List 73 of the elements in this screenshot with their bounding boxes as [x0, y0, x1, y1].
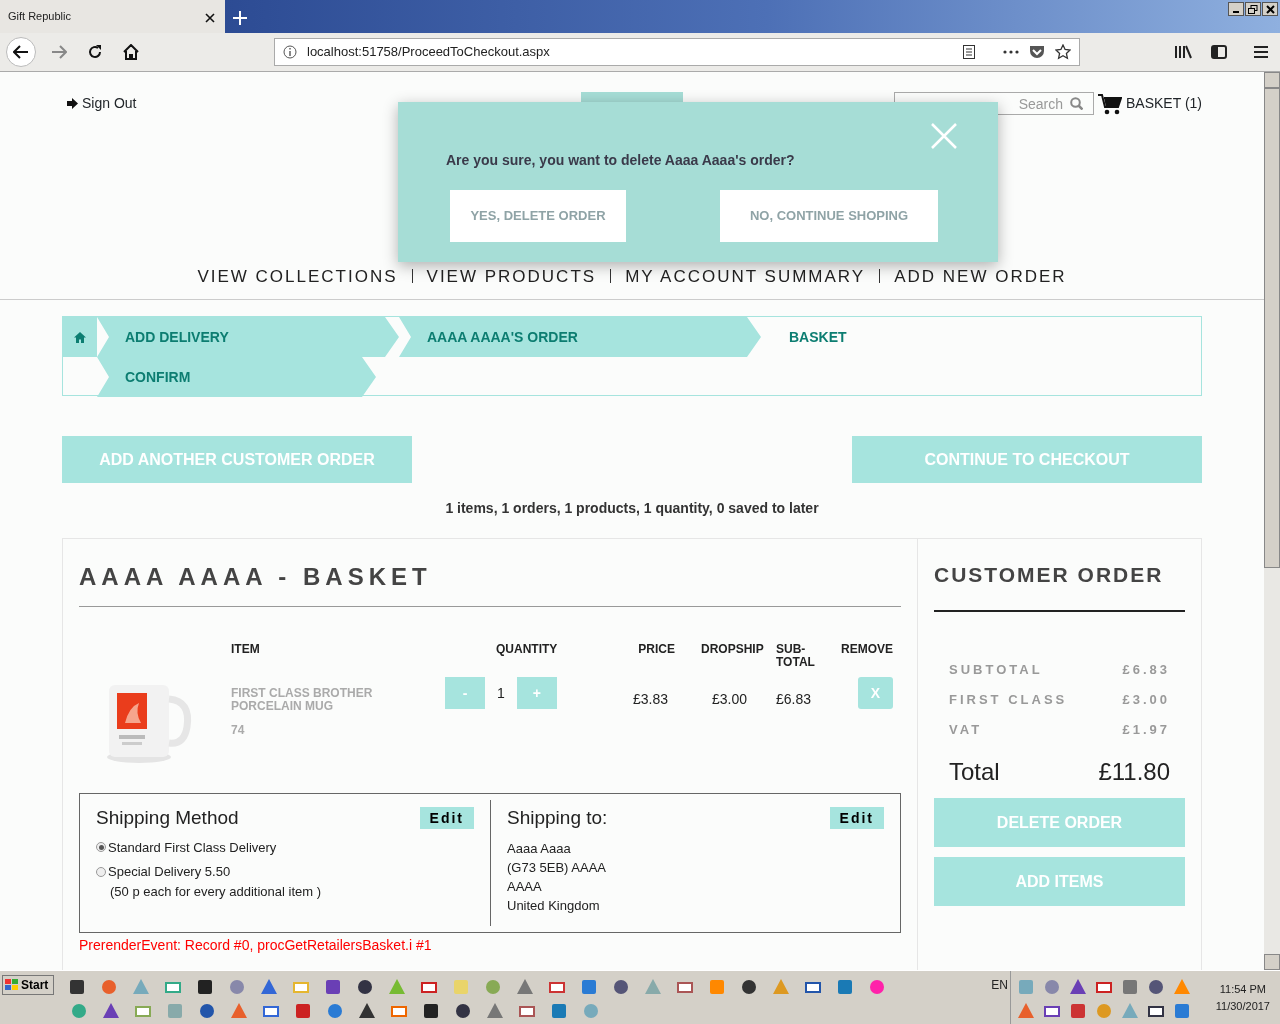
url-text: localhost:51758/ProceedToCheckout.aspx: [307, 43, 550, 62]
option-note: (50 p each for every additional item ): [110, 882, 322, 901]
order-line-label: SUBTOTAL: [949, 661, 1043, 679]
pocket-icon[interactable]: [1029, 45, 1045, 59]
clock-time: 11:54 PM: [1219, 982, 1266, 997]
language-indicator[interactable]: EN: [991, 976, 1008, 994]
nav-link[interactable]: VIEW PRODUCTS: [426, 263, 597, 289]
column-header: REMOVE: [841, 642, 893, 656]
column-header: ITEM: [231, 642, 260, 656]
address-line: (G73 5EB) AAAA: [507, 858, 607, 877]
basket-summary: 1 items, 1 orders, 1 products, 1 quantity, 0 saved to later: [444, 499, 820, 518]
order-line-value: £6.83: [1122, 661, 1170, 679]
breadcrumb-step[interactable]: BASKET: [761, 317, 961, 357]
nav-link[interactable]: VIEW COLLECTIONS: [197, 263, 398, 289]
nav-link[interactable]: MY ACCOUNT SUMMARY: [625, 263, 866, 289]
price-value: £6.83: [776, 691, 812, 707]
breadcrumb-step[interactable]: CONFIRM: [97, 357, 376, 397]
continue-shopping-button[interactable]: NO, CONTINUE SHOPING: [720, 190, 938, 242]
radio-button[interactable]: [96, 842, 106, 853]
order-line-label: VAT: [949, 721, 983, 739]
order-line-value: £3.00: [1122, 691, 1170, 709]
section-title: Shipping to:: [507, 806, 608, 830]
column-header: QUANTITY: [496, 642, 558, 656]
reader-icon[interactable]: [963, 45, 975, 59]
column-header: PRICE: [638, 642, 675, 656]
order-line-label: FIRST CLASS: [949, 691, 1068, 709]
scrollbar[interactable]: [1264, 72, 1280, 970]
price-value: £3.83: [633, 691, 669, 707]
more-icon[interactable]: [1003, 50, 1019, 54]
address-bar[interactable]: localhost:51758/ProceedToCheckout.aspx: [274, 38, 1080, 66]
search-field[interactable]: Search: [894, 92, 1094, 115]
clock-date: 11/30/2017: [1215, 998, 1270, 1014]
close-icon[interactable]: [1262, 2, 1278, 16]
column-header: SUB-TOTAL: [776, 642, 815, 669]
breadcrumb-step[interactable]: ADD DELIVERY: [97, 317, 399, 357]
quantity-value: 1: [496, 684, 506, 703]
cart-icon: [1098, 92, 1122, 115]
browser-tab[interactable]: Gift Republic: [0, 0, 225, 33]
address-line: Aaaa Aaaa: [507, 839, 572, 858]
basket-link[interactable]: BASKET (1): [1098, 92, 1202, 115]
sign-out-icon: [66, 98, 78, 109]
restore-icon[interactable]: [1245, 2, 1261, 16]
windows-logo-icon: [5, 979, 19, 991]
breadcrumb-step[interactable]: AAAA AAAA'S ORDER: [399, 317, 761, 357]
search-icon[interactable]: [1070, 97, 1083, 110]
order-title: CUSTOMER ORDER: [934, 563, 1164, 586]
product-code: 74: [231, 722, 246, 739]
edit-button[interactable]: Edit: [419, 807, 474, 830]
start-button[interactable]: Start: [2, 975, 54, 995]
price-value: £3.00: [712, 691, 748, 707]
option-label: Standard First Class Delivery: [108, 838, 277, 857]
option-label: Special Delivery 5.50: [108, 863, 231, 881]
star-icon[interactable]: [1055, 44, 1071, 60]
back-icon[interactable]: [6, 37, 36, 67]
dialog-message: Are you sure, you want to delete Aaaa Aaaa's order?: [446, 151, 795, 170]
address-line: AAAA: [507, 877, 543, 896]
total-label: Total: [949, 757, 1000, 787]
sign-out-link[interactable]: Sign Out: [66, 93, 137, 114]
column-header: DROPSHIP: [701, 642, 764, 656]
edit-button[interactable]: Edit: [829, 807, 884, 830]
product-name: FIRST CLASS BROTHER PORCELAIN MUG: [231, 687, 374, 713]
address-line: United Kingdom: [507, 896, 601, 915]
debug-message: PrerenderEvent: Record #0, procGetRetailersBasket.i #1: [79, 936, 433, 955]
info-icon: [283, 45, 297, 59]
basket-title: AAAA AAAA - BASKET: [79, 563, 432, 590]
order-line-value: £1.97: [1122, 721, 1170, 739]
confirm-delete-button[interactable]: YES, DELETE ORDER: [450, 190, 626, 242]
radio-button[interactable]: [96, 866, 106, 877]
nav-link[interactable]: ADD NEW ORDER: [894, 263, 1067, 289]
minimize-icon[interactable]: [1228, 2, 1244, 16]
section-title: Shipping Method: [96, 806, 239, 830]
tab-title: Gift Republic: [8, 9, 71, 25]
total-value: £11.80: [1098, 757, 1170, 787]
